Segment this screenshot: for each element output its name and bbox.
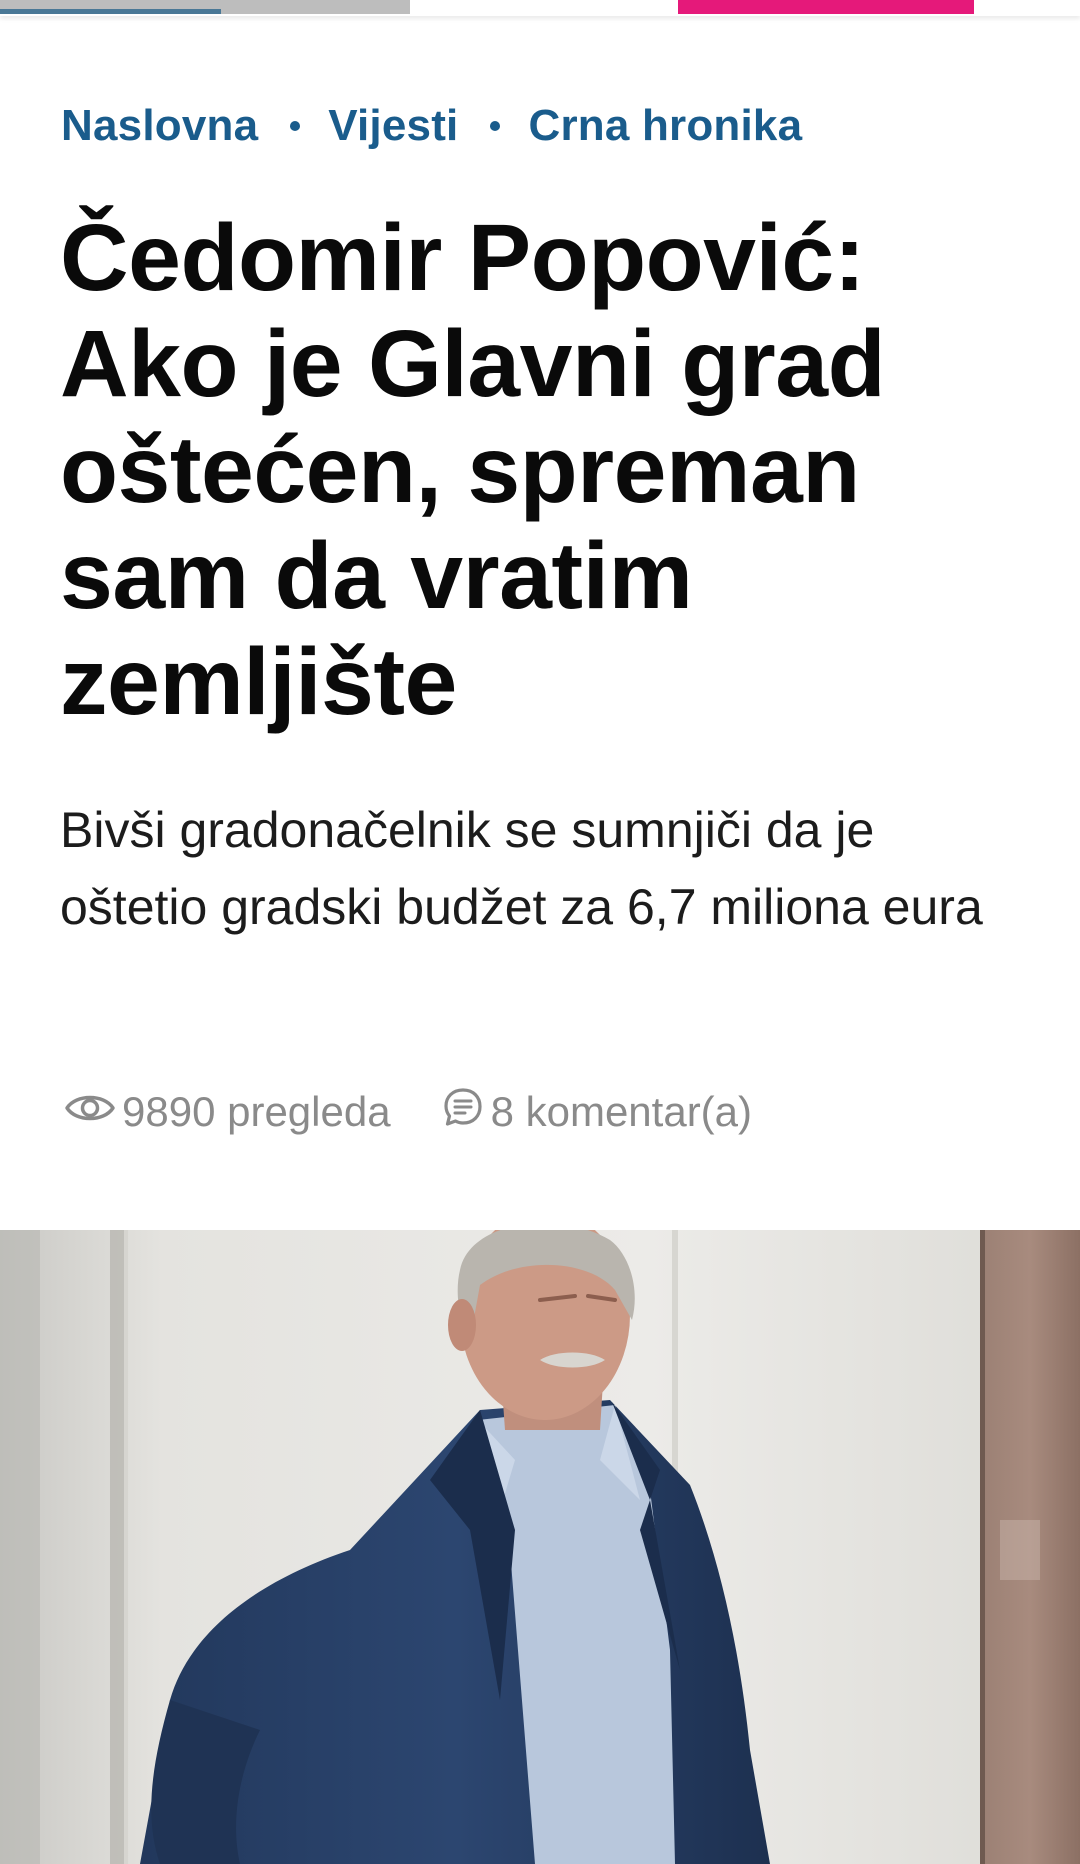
article-meta: 9890 pregleda 8 komentar(a) [64, 1082, 752, 1142]
breadcrumb-separator [490, 121, 501, 131]
comments-label: 8 komentar(a) [490, 1088, 753, 1135]
eye-icon [64, 1088, 116, 1136]
top-progress-strip [0, 0, 1080, 16]
article-title: Čedomir Popović: Ako je Glavni grad ošte… [60, 205, 886, 735]
article-hero-photo[interactable] [0, 1230, 1080, 1864]
article-page: Naslovna Vijesti Crna hronika Čedomir Po… [0, 0, 1080, 1864]
breadcrumb-news[interactable]: Vijesti [328, 101, 458, 151]
breadcrumb-separator [290, 121, 301, 131]
article-lead: Bivši gradonačelnik se sumnjiči da je oš… [60, 802, 983, 935]
breadcrumb-home[interactable]: Naslovna [61, 101, 258, 151]
views-label: 9890 pregleda [122, 1088, 391, 1135]
views-count: 9890 pregleda [64, 1088, 391, 1136]
breadcrumb: Naslovna Vijesti Crna hronika [61, 96, 802, 156]
accent-tab[interactable] [678, 0, 974, 14]
breadcrumb-crime[interactable]: Crna hronika [528, 101, 802, 151]
photo-illustration [0, 1230, 1080, 1864]
comment-icon [441, 1085, 485, 1139]
progress-bar [0, 9, 221, 14]
comments-count[interactable]: 8 komentar(a) [441, 1085, 752, 1139]
